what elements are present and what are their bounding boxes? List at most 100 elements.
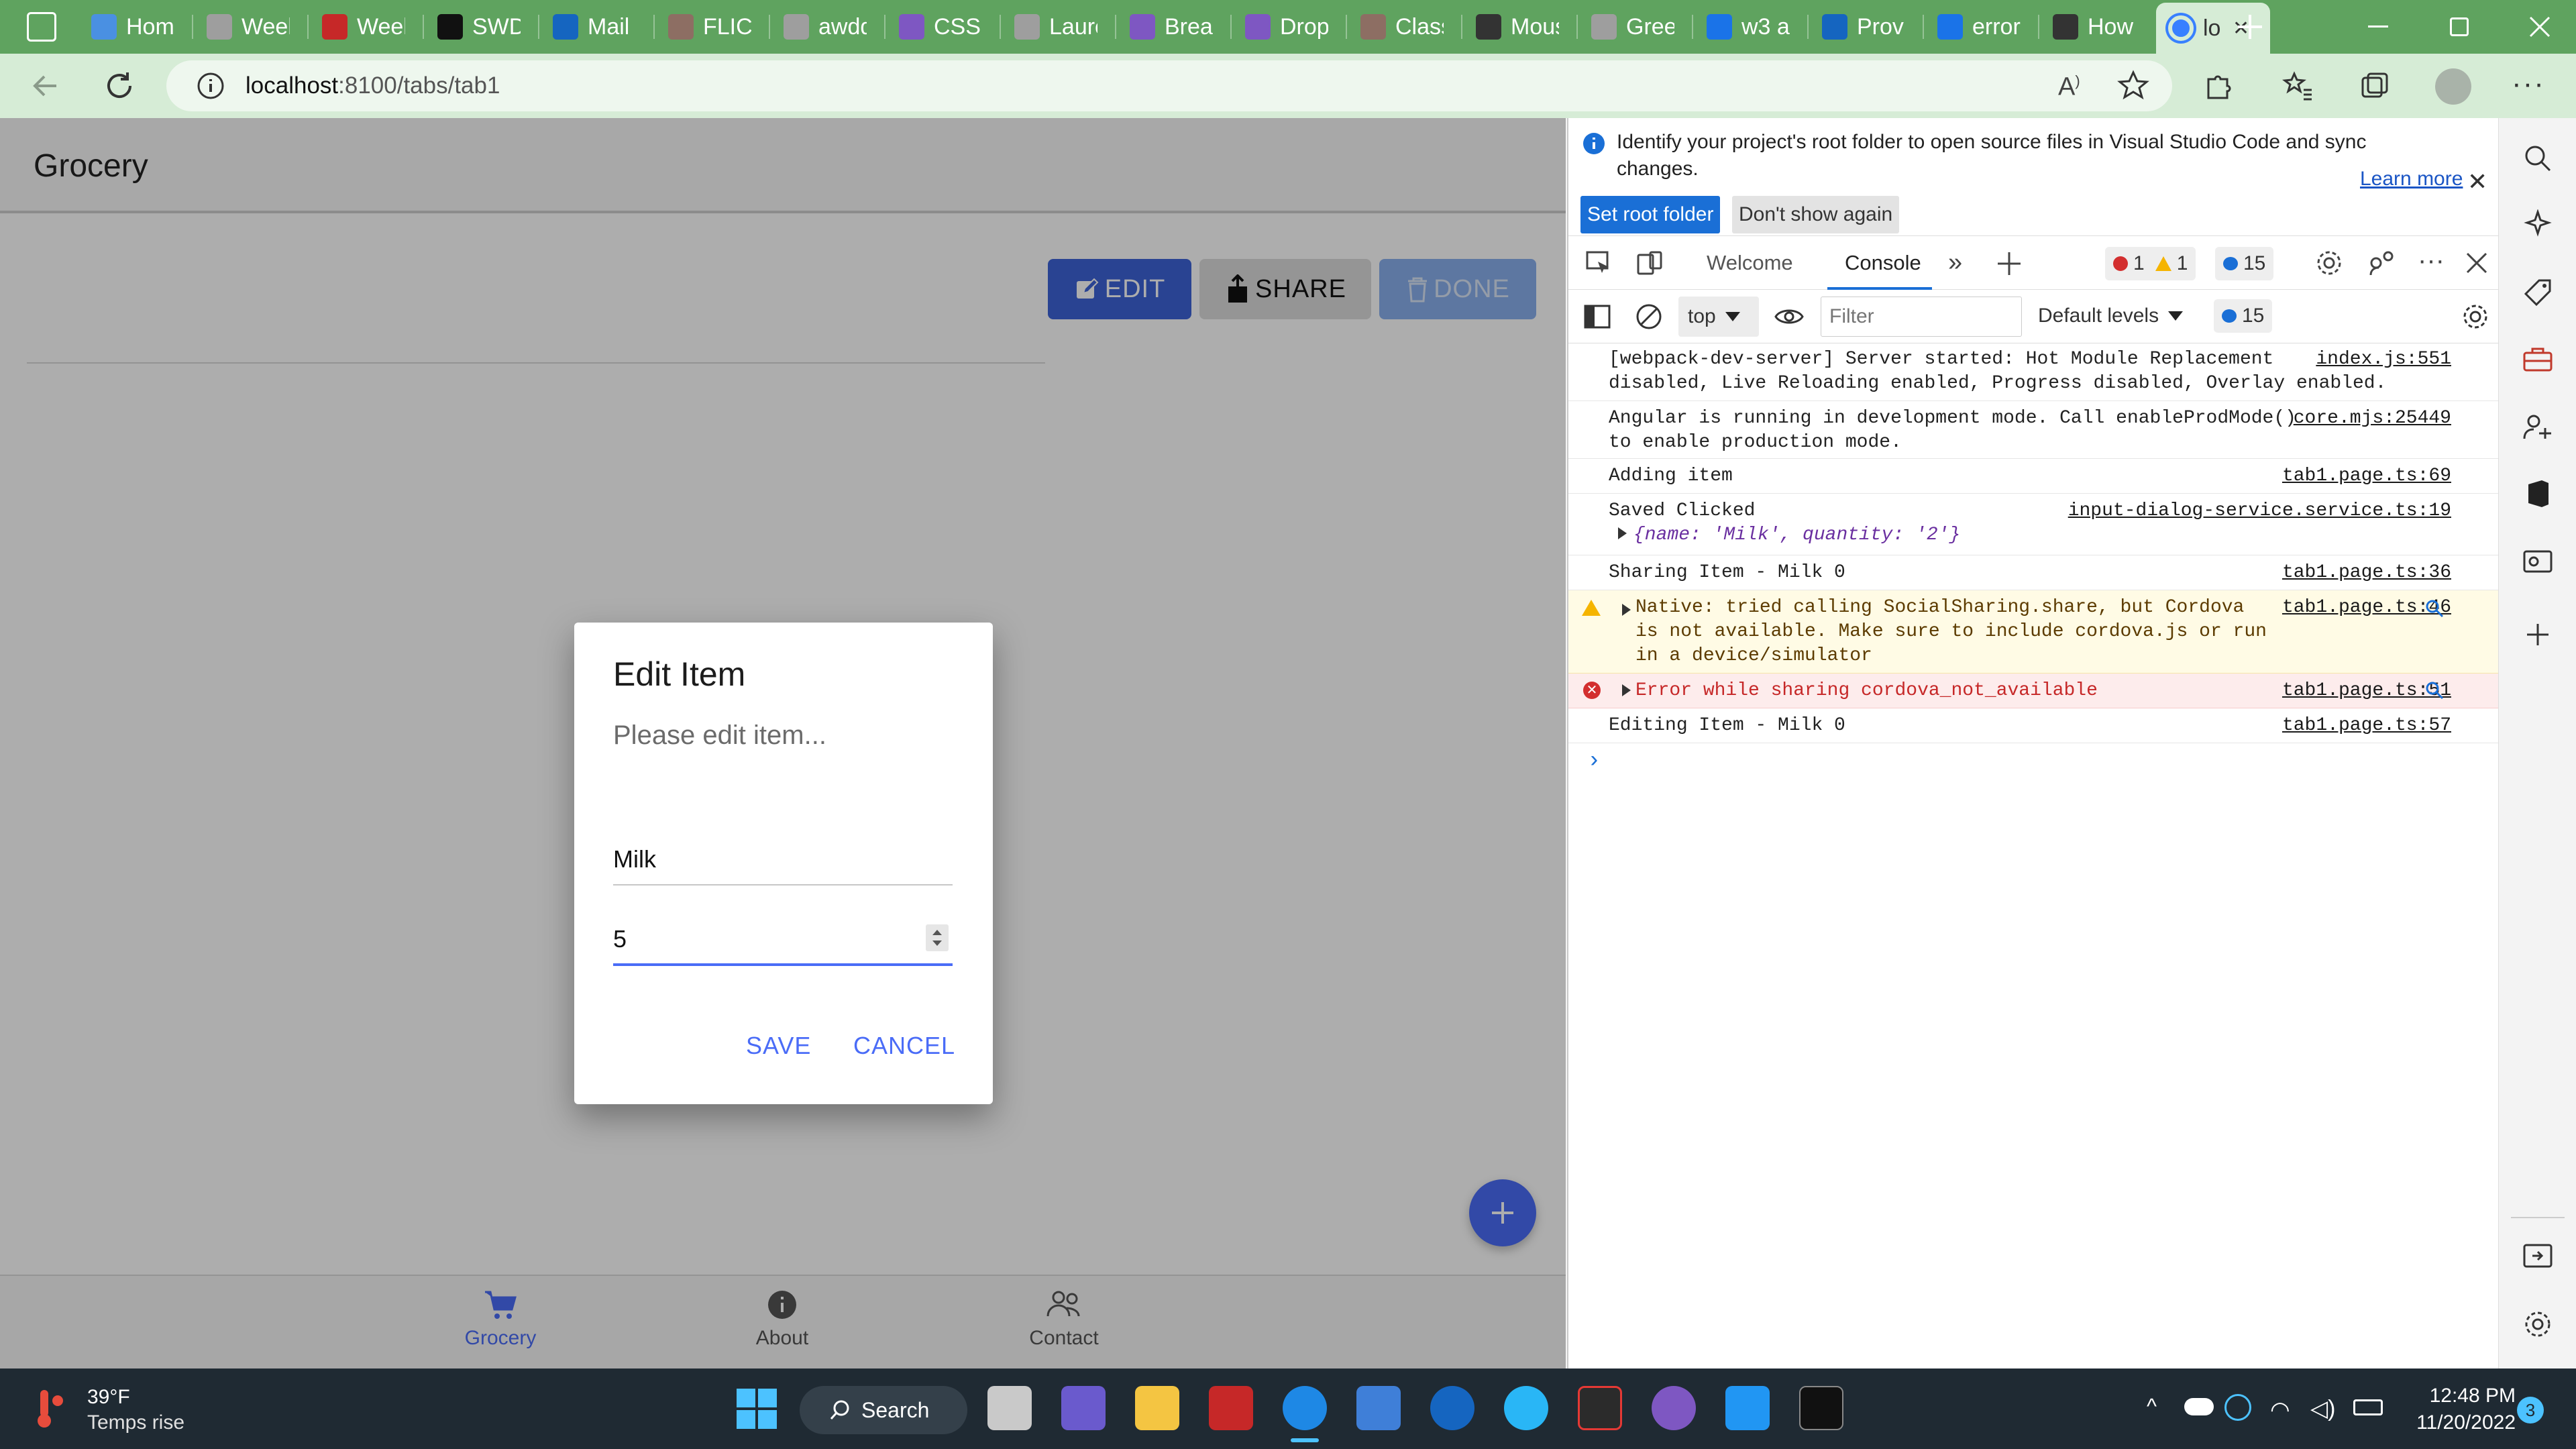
settings-gear-icon[interactable] bbox=[2314, 248, 2344, 278]
wifi-icon[interactable]: ◠ bbox=[2270, 1397, 2290, 1424]
terminal-icon[interactable] bbox=[1799, 1386, 1843, 1430]
clock-time[interactable]: 12:48 PM bbox=[2415, 1385, 2516, 1407]
maximize-button[interactable] bbox=[2450, 17, 2469, 36]
log-source-link[interactable]: tab1.page.ts:57 bbox=[2282, 714, 2451, 738]
dont-show-again-button[interactable]: Don't show again bbox=[1732, 196, 1900, 233]
favorite-star-icon[interactable] bbox=[2117, 70, 2149, 102]
hide-sidebar-icon[interactable] bbox=[2522, 1240, 2554, 1272]
cancel-button[interactable]: CANCEL bbox=[853, 1032, 955, 1060]
info-icon[interactable] bbox=[196, 71, 225, 101]
outlook-icon[interactable] bbox=[2522, 545, 2554, 577]
add-sidebar-app-icon[interactable] bbox=[2522, 619, 2554, 651]
browser-tab[interactable]: Bread bbox=[1118, 5, 1228, 48]
close-devtools-icon[interactable] bbox=[2465, 251, 2489, 275]
office-icon[interactable] bbox=[2522, 478, 2554, 510]
quantity-stepper[interactable] bbox=[926, 924, 949, 951]
mcafee-icon[interactable] bbox=[1209, 1386, 1253, 1430]
browser-tab[interactable]: Mail - bbox=[541, 5, 651, 48]
sidebar-settings-icon[interactable] bbox=[2522, 1308, 2554, 1340]
taskbar-search[interactable]: Search bbox=[800, 1386, 967, 1434]
browser-tab[interactable]: Week bbox=[310, 5, 420, 48]
media-player-icon[interactable] bbox=[1652, 1386, 1696, 1430]
tab-welcome[interactable]: Welcome bbox=[1707, 251, 1793, 275]
learn-more-link[interactable]: Learn more bbox=[2360, 168, 2463, 191]
browser-tab[interactable]: How bbox=[2041, 5, 2151, 48]
sidebar-toggle-icon[interactable] bbox=[1583, 303, 1611, 330]
thermometer-icon[interactable] bbox=[31, 1387, 64, 1430]
volume-icon[interactable]: ◁) bbox=[2310, 1395, 2335, 1422]
browser-tab[interactable]: Laure bbox=[1002, 5, 1112, 48]
search-icon[interactable] bbox=[2522, 142, 2554, 174]
log-source-link[interactable]: tab1.page.ts:69 bbox=[2282, 464, 2451, 488]
profile-avatar[interactable] bbox=[2435, 68, 2471, 105]
console-prompt[interactable]: › bbox=[1587, 749, 1601, 774]
message-counter[interactable]: 15 bbox=[2215, 247, 2274, 280]
browser-tab[interactable]: CSS v bbox=[887, 5, 997, 48]
browser-tab[interactable]: Home bbox=[79, 5, 189, 48]
log-source-link[interactable]: core.mjs:25449 bbox=[2294, 407, 2451, 431]
close-info-bar-button[interactable]: ✕ bbox=[2467, 168, 2487, 196]
log-levels-select[interactable]: Default levels bbox=[2038, 305, 2184, 327]
battery-icon[interactable] bbox=[2353, 1399, 2383, 1415]
clear-console-icon[interactable] bbox=[1634, 302, 1664, 331]
more-menu-icon[interactable]: ··· bbox=[2512, 67, 2545, 101]
log-object-expander[interactable]: {name: 'Milk', quantity: '2'} bbox=[1618, 523, 1960, 547]
search-issue-icon[interactable] bbox=[2424, 598, 2445, 619]
help-icon[interactable] bbox=[1504, 1386, 1548, 1430]
store-icon[interactable] bbox=[1356, 1386, 1401, 1430]
onedrive-cloud-icon[interactable] bbox=[2184, 1398, 2214, 1415]
refresh-button[interactable] bbox=[102, 68, 137, 103]
collections-icon[interactable] bbox=[2359, 70, 2391, 102]
expand-triangle-icon[interactable] bbox=[1622, 604, 1631, 616]
task-view-icon[interactable] bbox=[987, 1386, 1032, 1430]
edge-beta-icon[interactable] bbox=[1430, 1386, 1474, 1430]
creative-cloud-icon[interactable] bbox=[1578, 1386, 1622, 1430]
back-button[interactable] bbox=[30, 70, 62, 102]
clock-date[interactable]: 11/20/2022 bbox=[2402, 1411, 2516, 1434]
games-icon[interactable] bbox=[2522, 411, 2554, 443]
favorites-icon[interactable] bbox=[2282, 70, 2314, 102]
inspect-element-icon[interactable] bbox=[1585, 250, 1613, 278]
browser-tab[interactable]: FLICA bbox=[656, 5, 766, 48]
teams-chat-icon[interactable] bbox=[1061, 1386, 1106, 1430]
filter-input[interactable] bbox=[1821, 297, 2022, 337]
discover-sparkle-icon[interactable] bbox=[2522, 209, 2554, 241]
read-aloud-icon[interactable]: A) bbox=[2058, 72, 2080, 102]
url-field[interactable]: localhost:8100/tabs/tab1 bbox=[166, 60, 2172, 111]
live-expression-eye-icon[interactable] bbox=[1774, 303, 1805, 330]
console-settings-gear-icon[interactable] bbox=[2461, 302, 2490, 331]
expand-triangle-icon[interactable] bbox=[1622, 684, 1631, 696]
more-tabs-icon[interactable]: » bbox=[1948, 248, 1962, 277]
item-name-input[interactable] bbox=[613, 835, 953, 885]
browser-tab[interactable]: awdd bbox=[771, 5, 881, 48]
issue-counter[interactable]: 1 1 bbox=[2105, 247, 2196, 280]
device-emulation-icon[interactable] bbox=[1635, 250, 1664, 278]
vscode-icon[interactable] bbox=[1725, 1386, 1770, 1430]
windows-start-icon[interactable] bbox=[735, 1387, 778, 1430]
save-button[interactable]: SAVE bbox=[746, 1032, 811, 1060]
extensions-icon[interactable] bbox=[2202, 70, 2234, 102]
notification-badge[interactable]: 3 bbox=[2517, 1397, 2544, 1424]
set-root-folder-button[interactable]: Set root folder bbox=[1580, 196, 1721, 233]
customize-menu-icon[interactable]: ··· bbox=[2418, 246, 2445, 276]
add-tab-icon[interactable] bbox=[1995, 250, 2023, 278]
file-explorer-icon[interactable] bbox=[1135, 1386, 1179, 1430]
tab-actions-icon[interactable] bbox=[27, 12, 56, 42]
browser-tab[interactable]: Greek bbox=[1579, 5, 1689, 48]
browser-tab[interactable]: Class bbox=[1348, 5, 1458, 48]
browser-tab[interactable]: Provi bbox=[1810, 5, 1920, 48]
shopping-tag-icon[interactable] bbox=[2522, 276, 2554, 309]
context-select[interactable]: top bbox=[1678, 297, 1759, 337]
browser-tab[interactable]: Mous bbox=[1464, 5, 1574, 48]
log-source-link[interactable]: index.js:551 bbox=[2316, 347, 2451, 372]
remote-connect-icon[interactable] bbox=[2367, 248, 2396, 278]
browser-tab[interactable]: error bbox=[1925, 5, 2035, 48]
new-tab-button[interactable] bbox=[2233, 9, 2267, 44]
browser-tab[interactable]: w3 ar bbox=[1695, 5, 1805, 48]
browser-tab[interactable]: Week bbox=[195, 5, 305, 48]
browser-tab[interactable]: Drop bbox=[1233, 5, 1343, 48]
tools-briefcase-icon[interactable] bbox=[2522, 343, 2554, 376]
close-window-button[interactable] bbox=[2526, 13, 2553, 40]
toolbar-message-counter[interactable]: 15 bbox=[2214, 299, 2273, 333]
browser-tab[interactable]: SWDV bbox=[425, 5, 535, 48]
